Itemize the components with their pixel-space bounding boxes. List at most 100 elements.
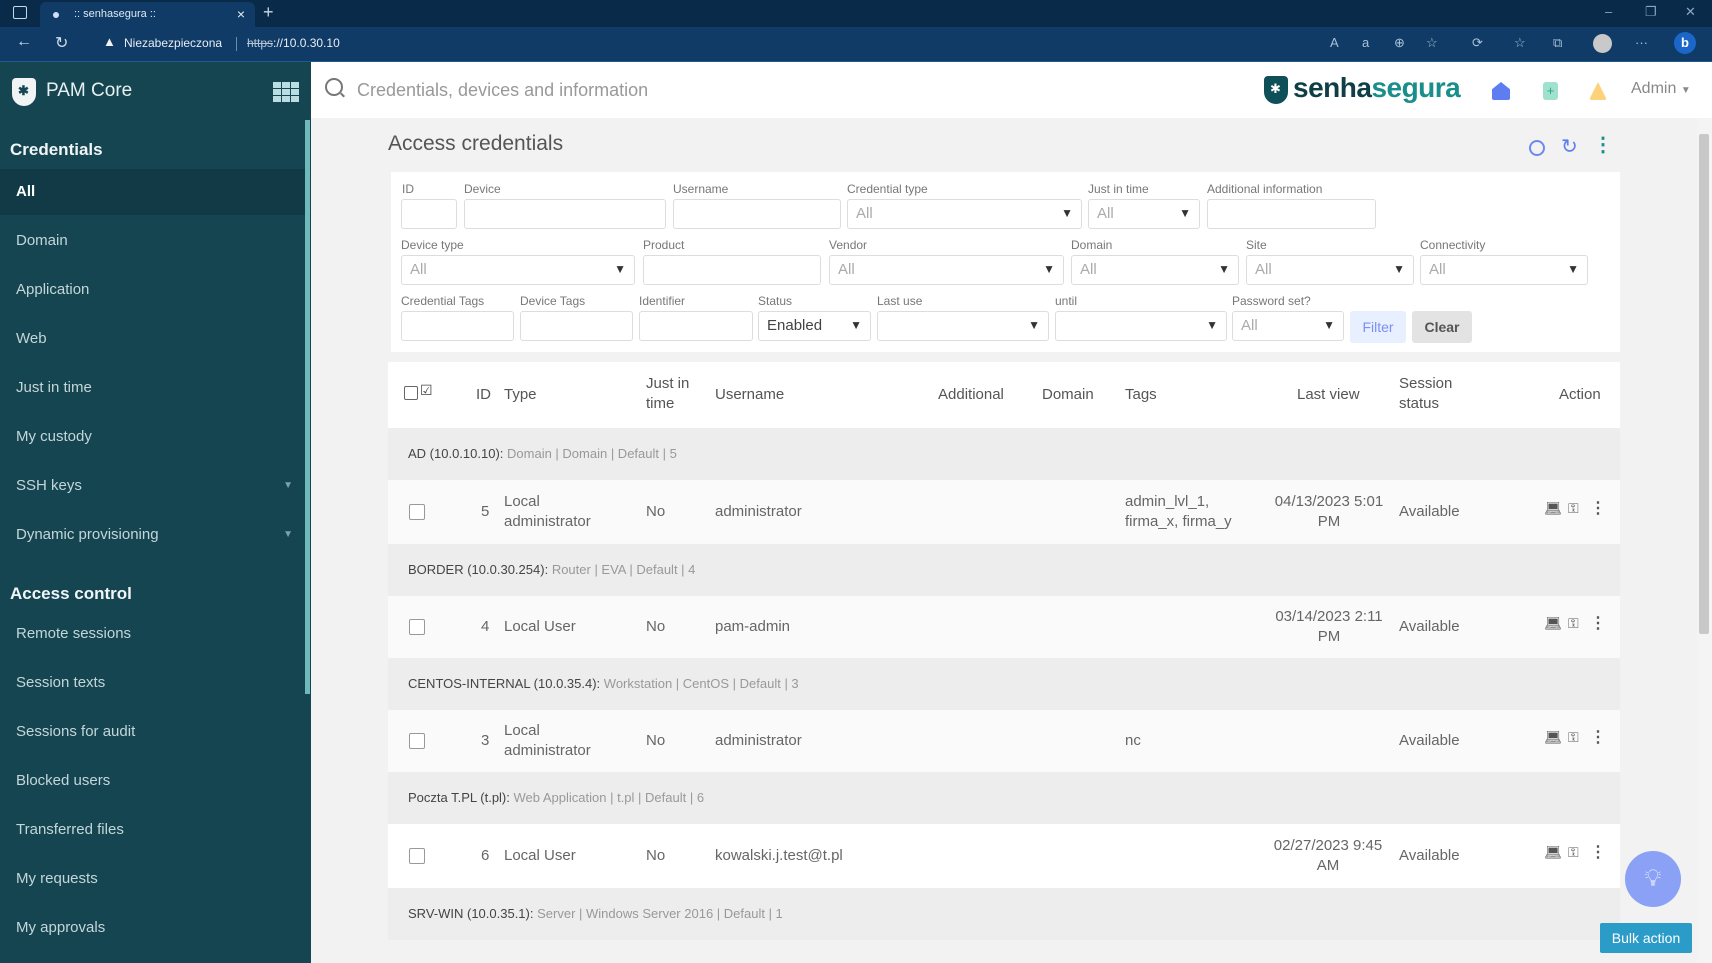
- sidebar-scrollbar[interactable]: [305, 120, 310, 694]
- check-icon[interactable]: ☑: [420, 382, 433, 399]
- row-more-icon[interactable]: ⋮: [1590, 498, 1606, 518]
- filter-vendor-select[interactable]: All ▼: [829, 255, 1064, 285]
- global-search-input[interactable]: Credentials, devices and information: [357, 80, 648, 101]
- read-aloud-icon[interactable]: A: [1330, 35, 1339, 50]
- close-window-icon[interactable]: ✕: [1685, 4, 1696, 20]
- filter-product-input[interactable]: [643, 255, 821, 285]
- close-tab-icon[interactable]: ×: [237, 2, 245, 27]
- filter-domain-select[interactable]: All ▼: [1071, 255, 1239, 285]
- search-icon[interactable]: [325, 78, 343, 96]
- key-icon[interactable]: ⚿: [1568, 500, 1579, 517]
- filter-button[interactable]: Filter: [1350, 311, 1406, 343]
- page-scrollbar[interactable]: [1697, 118, 1712, 963]
- laptop-icon[interactable]: 💻︎: [1544, 844, 1562, 861]
- row-checkbox[interactable]: [409, 848, 425, 864]
- row-more-icon[interactable]: ⋮: [1590, 727, 1606, 747]
- sidebar-item-just-in-time[interactable]: Just in time: [0, 365, 305, 411]
- col-additional[interactable]: Additional: [938, 385, 1004, 405]
- sidebar-item-application[interactable]: Application: [0, 267, 305, 313]
- filter-identifier-input[interactable]: [639, 311, 753, 341]
- zoom-icon[interactable]: ⊕: [1394, 35, 1405, 51]
- sidebar-item-ssh-keys[interactable]: SSH keys ▼: [0, 463, 305, 509]
- col-type[interactable]: Type: [504, 385, 537, 405]
- filter-connectivity-select[interactable]: All ▼: [1420, 255, 1588, 285]
- translate-icon[interactable]: a: [1362, 35, 1369, 50]
- filter-additional-info-input[interactable]: [1207, 199, 1376, 229]
- sidebar-item-web[interactable]: Web: [0, 316, 305, 362]
- sidebar-item-session-texts[interactable]: Session texts: [0, 660, 305, 706]
- sidebar-item-sessions-for-audit[interactable]: Sessions for audit: [0, 709, 305, 755]
- extensions-icon[interactable]: ⟳: [1472, 35, 1483, 51]
- add-document-icon[interactable]: +: [1543, 82, 1558, 100]
- filter-status-select[interactable]: Enabled ▼: [758, 311, 871, 341]
- filter-device-input[interactable]: [464, 199, 666, 229]
- sidebar-item-dynamic-provisioning[interactable]: Dynamic provisioning ▼: [0, 512, 305, 558]
- more-options-icon[interactable]: ⋮: [1593, 132, 1613, 157]
- browser-tab[interactable]: :: senhasegura :: ×: [40, 2, 255, 27]
- filter-credential-type-select[interactable]: All ▼: [847, 199, 1082, 229]
- key-icon[interactable]: ⚿: [1568, 729, 1579, 746]
- home-icon[interactable]: [1492, 82, 1510, 100]
- add-favorite-icon[interactable]: ☆: [1426, 35, 1438, 51]
- col-id[interactable]: ID: [476, 385, 491, 405]
- filter-just-in-time-select[interactable]: All ▼: [1088, 199, 1200, 229]
- row-more-icon[interactable]: ⋮: [1590, 613, 1606, 633]
- table-row[interactable]: 5 Local administrator No administrator a…: [388, 480, 1620, 544]
- table-row[interactable]: 4 Local User No pam-admin 03/14/2023 2:1…: [388, 596, 1620, 658]
- select-all-checkbox[interactable]: [404, 386, 418, 400]
- search-toggle-icon[interactable]: [1529, 140, 1545, 156]
- filter-last-use-select[interactable]: ▼: [877, 311, 1049, 341]
- filter-credential-tags-input[interactable]: [401, 311, 514, 341]
- row-checkbox[interactable]: [409, 619, 425, 635]
- back-icon[interactable]: ←: [16, 33, 32, 51]
- collections-icon[interactable]: ⧉: [1553, 35, 1562, 51]
- profile-avatar[interactable]: [1593, 34, 1612, 53]
- apps-grid-icon[interactable]: [273, 82, 299, 102]
- minimize-icon[interactable]: –: [1605, 4, 1612, 19]
- filter-until-select[interactable]: ▼: [1055, 311, 1227, 341]
- refresh-icon[interactable]: ↻: [1561, 134, 1578, 159]
- sidebar-item-my-custody[interactable]: My custody: [0, 414, 305, 460]
- favorites-icon[interactable]: ☆: [1514, 35, 1526, 51]
- col-tags[interactable]: Tags: [1125, 385, 1157, 405]
- sidebar-item-domain[interactable]: Domain: [0, 218, 305, 264]
- filter-site-select[interactable]: All ▼: [1246, 255, 1414, 285]
- new-tab-button[interactable]: +: [263, 2, 274, 23]
- row-more-icon[interactable]: ⋮: [1590, 842, 1606, 862]
- filter-device-tags-input[interactable]: [520, 311, 633, 341]
- bulk-action-button[interactable]: Bulk action: [1600, 923, 1692, 953]
- sidebar-item-blocked-users[interactable]: Blocked users: [0, 758, 305, 804]
- sidebar-item-remote-sessions[interactable]: Remote sessions: [0, 611, 305, 657]
- row-checkbox[interactable]: [409, 504, 425, 520]
- col-session-status[interactable]: Session status: [1399, 374, 1469, 414]
- col-username[interactable]: Username: [715, 385, 784, 405]
- row-checkbox[interactable]: [409, 733, 425, 749]
- url-field[interactable]: https://10.0.30.10: [247, 36, 340, 50]
- more-menu-icon[interactable]: ···: [1635, 35, 1648, 50]
- table-row[interactable]: 6 Local User No kowalski.j.test@t.pl 02/…: [388, 824, 1620, 888]
- laptop-icon[interactable]: 💻︎: [1544, 729, 1562, 746]
- tips-lightbulb-button[interactable]: 💡︎: [1625, 851, 1681, 907]
- security-warning[interactable]: Niezabezpieczona: [124, 36, 222, 50]
- user-menu[interactable]: Admin ▼: [1631, 80, 1691, 98]
- table-row[interactable]: 3 Local administrator No administrator n…: [388, 710, 1620, 772]
- col-domain[interactable]: Domain: [1042, 385, 1094, 405]
- scrollbar-thumb[interactable]: [1699, 134, 1709, 634]
- filter-password-set-select[interactable]: All ▼: [1232, 311, 1344, 341]
- sidebar-item-transferred-files[interactable]: Transferred files: [0, 807, 305, 853]
- clear-button[interactable]: Clear: [1412, 311, 1472, 343]
- restore-icon[interactable]: ❐: [1645, 4, 1657, 20]
- key-icon[interactable]: ⚿: [1568, 844, 1579, 861]
- sidebar-item-my-requests[interactable]: My requests: [0, 856, 305, 902]
- refresh-icon[interactable]: ↻: [55, 33, 68, 53]
- col-last-view[interactable]: Last view: [1297, 385, 1360, 405]
- laptop-icon[interactable]: 💻︎: [1544, 615, 1562, 632]
- filter-device-type-select[interactable]: All ▼: [401, 255, 635, 285]
- alert-icon[interactable]: [1589, 82, 1607, 100]
- bing-icon[interactable]: b: [1674, 32, 1696, 54]
- laptop-icon[interactable]: 💻︎: [1544, 500, 1562, 517]
- filter-username-input[interactable]: [673, 199, 841, 229]
- tab-actions-icon[interactable]: [13, 6, 27, 19]
- key-icon[interactable]: ⚿: [1568, 615, 1579, 632]
- sidebar-item-all[interactable]: All: [0, 169, 305, 215]
